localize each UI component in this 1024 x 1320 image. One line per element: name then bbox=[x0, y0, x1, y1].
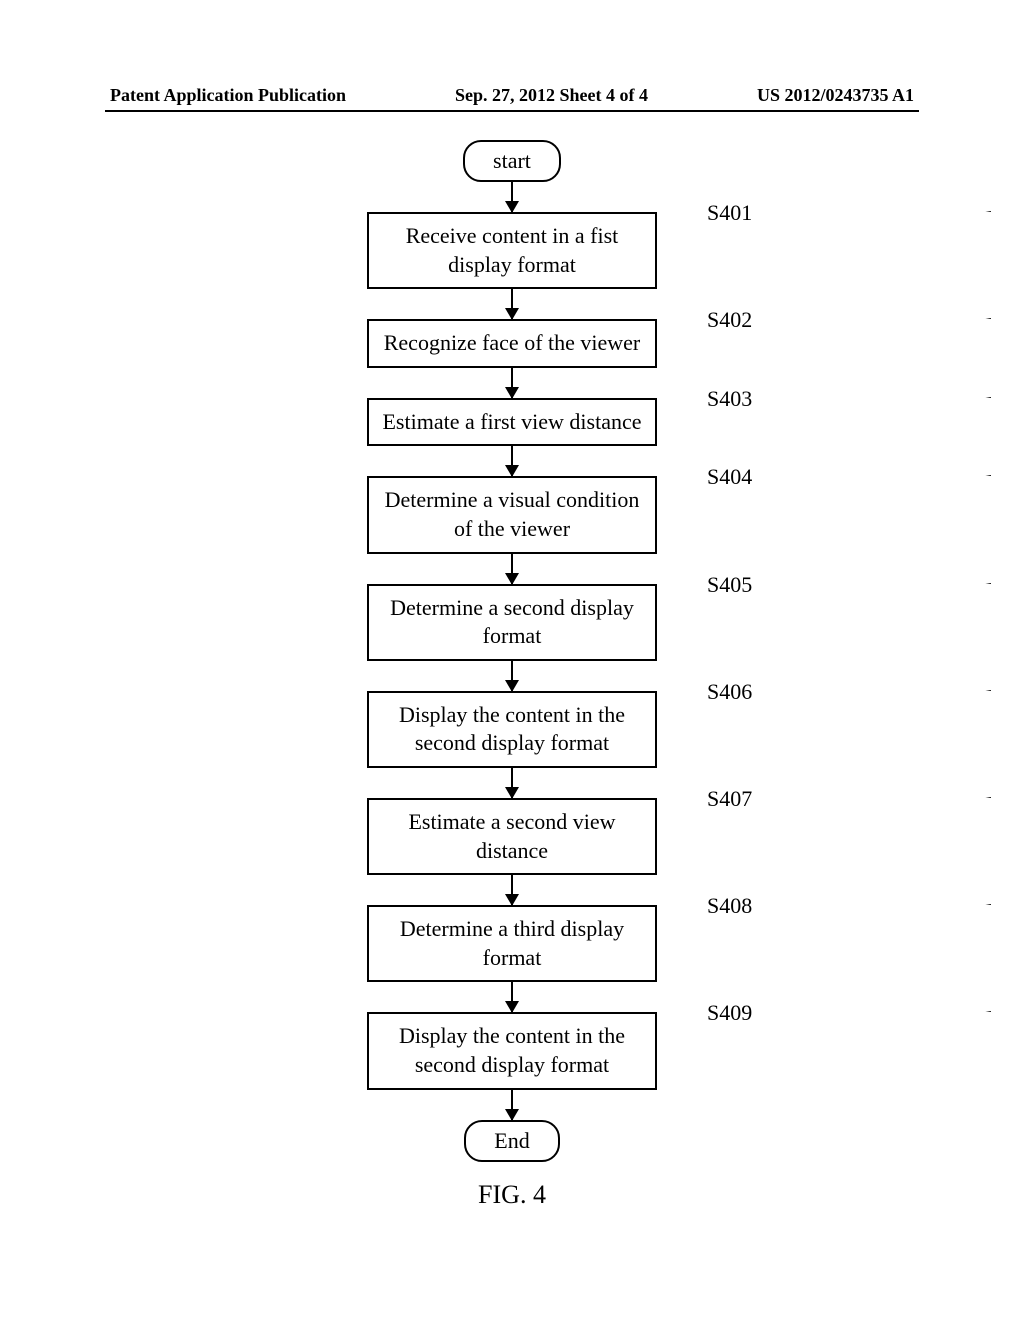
flowchart-step-s408: Determine a third display format bbox=[367, 905, 657, 982]
flowchart-arrow bbox=[492, 1090, 532, 1120]
flowchart-step-s403: Estimate a first view distance bbox=[367, 398, 657, 447]
flowchart-start: start bbox=[463, 140, 561, 182]
flowchart-step-s406: Display the content in the second displa… bbox=[367, 691, 657, 768]
step-label-s406: S406 bbox=[667, 683, 752, 705]
header-publication: Patent Application Publication bbox=[110, 85, 346, 106]
header-patent-number: US 2012/0243735 A1 bbox=[757, 85, 914, 106]
header-date-sheet: Sep. 27, 2012 Sheet 4 of 4 bbox=[455, 85, 648, 106]
step-label-s402: S402 bbox=[667, 311, 752, 333]
flowchart-step-s409: Display the content in the second displa… bbox=[367, 1012, 657, 1089]
flowchart-step-s404: Determine a visual condition of the view… bbox=[367, 476, 657, 553]
flowchart-step-s405: Determine a second display format bbox=[367, 584, 657, 661]
flowchart-arrow bbox=[492, 182, 532, 212]
figure-caption: FIG. 4 bbox=[0, 1180, 1024, 1210]
flowchart-end: End bbox=[464, 1120, 559, 1162]
flowchart-arrow bbox=[492, 289, 532, 319]
flowchart-step-s402: Recognize face of the viewer bbox=[367, 319, 657, 368]
header-divider bbox=[105, 110, 919, 112]
step-label-s407: S407 bbox=[667, 790, 752, 812]
flowchart: start Receive content in a fist display … bbox=[0, 140, 1024, 1162]
flowchart-arrow bbox=[492, 661, 532, 691]
step-label-s401: S401 bbox=[667, 204, 752, 226]
flowchart-arrow bbox=[492, 982, 532, 1012]
step-label-s403: S403 bbox=[667, 390, 752, 412]
flowchart-step-s401: Receive content in a fist display format bbox=[367, 212, 657, 289]
step-label-s408: S408 bbox=[667, 897, 752, 919]
step-label-s409: S409 bbox=[667, 1004, 752, 1026]
flowchart-arrow bbox=[492, 768, 532, 798]
flowchart-step-s407: Estimate a second view distance bbox=[367, 798, 657, 875]
flowchart-arrow bbox=[492, 446, 532, 476]
flowchart-arrow bbox=[492, 368, 532, 398]
flowchart-arrow bbox=[492, 875, 532, 905]
step-label-s405: S405 bbox=[667, 576, 752, 598]
flowchart-arrow bbox=[492, 554, 532, 584]
step-label-s404: S404 bbox=[667, 468, 752, 490]
